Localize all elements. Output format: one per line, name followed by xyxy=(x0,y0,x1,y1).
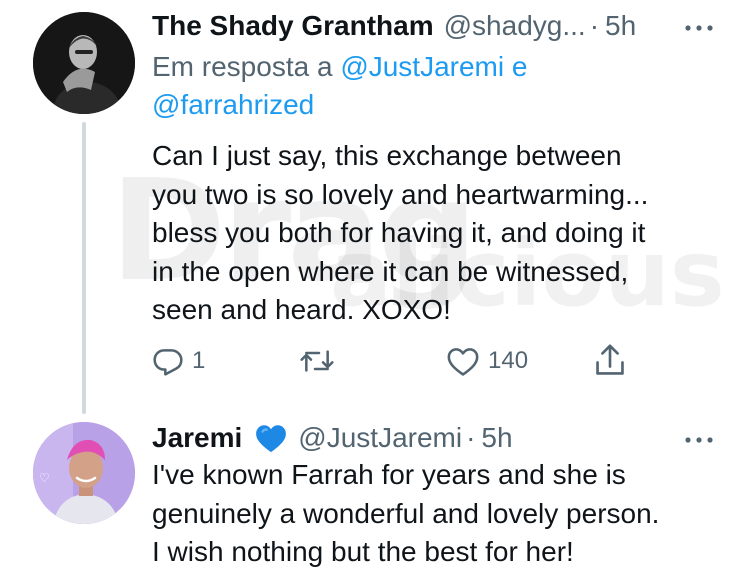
share-icon xyxy=(596,344,624,375)
tweet-line: you two is so lovely and heartwarming... xyxy=(152,178,649,210)
share-button[interactable] xyxy=(593,343,627,379)
tweet-line: bless you both for having it, and doing … xyxy=(152,217,646,248)
retweet-icon xyxy=(300,350,334,372)
reply-button[interactable]: 1 xyxy=(152,345,205,377)
reply-count: 1 xyxy=(192,347,206,374)
handle[interactable]: @shadyg... xyxy=(444,10,586,42)
tweet-line: in the open where it can be witnessed, xyxy=(152,255,629,287)
more-icon[interactable] xyxy=(684,432,714,443)
tweet-line: genuinely a wonderful and lovely person. xyxy=(152,497,660,529)
separator: · xyxy=(466,422,476,453)
tweet-text: I've known Farrah for years and she is g… xyxy=(152,456,742,572)
tweet-line: I've known Farrah for years and she is xyxy=(152,459,626,490)
svg-text:♡: ♡ xyxy=(39,471,50,485)
like-icon xyxy=(447,348,479,376)
handle[interactable]: @JustJaremi xyxy=(298,422,462,454)
tweet-line: I wish nothing but the best for her! xyxy=(152,536,574,567)
retweet-button[interactable] xyxy=(299,345,335,377)
reply-context: Em resposta a @JustJaremi e @farrahrized xyxy=(152,48,712,124)
thread-line xyxy=(82,122,86,414)
timestamp[interactable]: 5h xyxy=(605,10,636,42)
tweet-line: Can I just say, this exchange between xyxy=(152,140,622,171)
timestamp[interactable]: 5h xyxy=(481,422,512,454)
like-count: 140 xyxy=(488,347,529,374)
tweet-text: Can I just say, this exchange between yo… xyxy=(152,137,742,330)
more-icon[interactable] xyxy=(684,20,714,31)
avatar[interactable] xyxy=(33,12,135,114)
mention-link[interactable]: @JustJaremi xyxy=(340,51,504,82)
reply-icon xyxy=(153,349,183,376)
avatar[interactable]: ♡ xyxy=(33,422,135,524)
like-button[interactable]: 140 xyxy=(446,345,528,377)
reply-conjunction: e xyxy=(511,51,528,82)
blue-heart-emoji xyxy=(254,422,288,454)
mention-link[interactable]: @farrahrized xyxy=(152,89,314,120)
reply-prefix: Em resposta a xyxy=(152,51,333,82)
display-name[interactable]: Jaremi xyxy=(152,422,242,454)
separator: · xyxy=(589,10,600,41)
tweet-line: seen and heard. XOXO! xyxy=(152,294,451,325)
display-name[interactable]: The Shady Grantham xyxy=(152,10,434,42)
